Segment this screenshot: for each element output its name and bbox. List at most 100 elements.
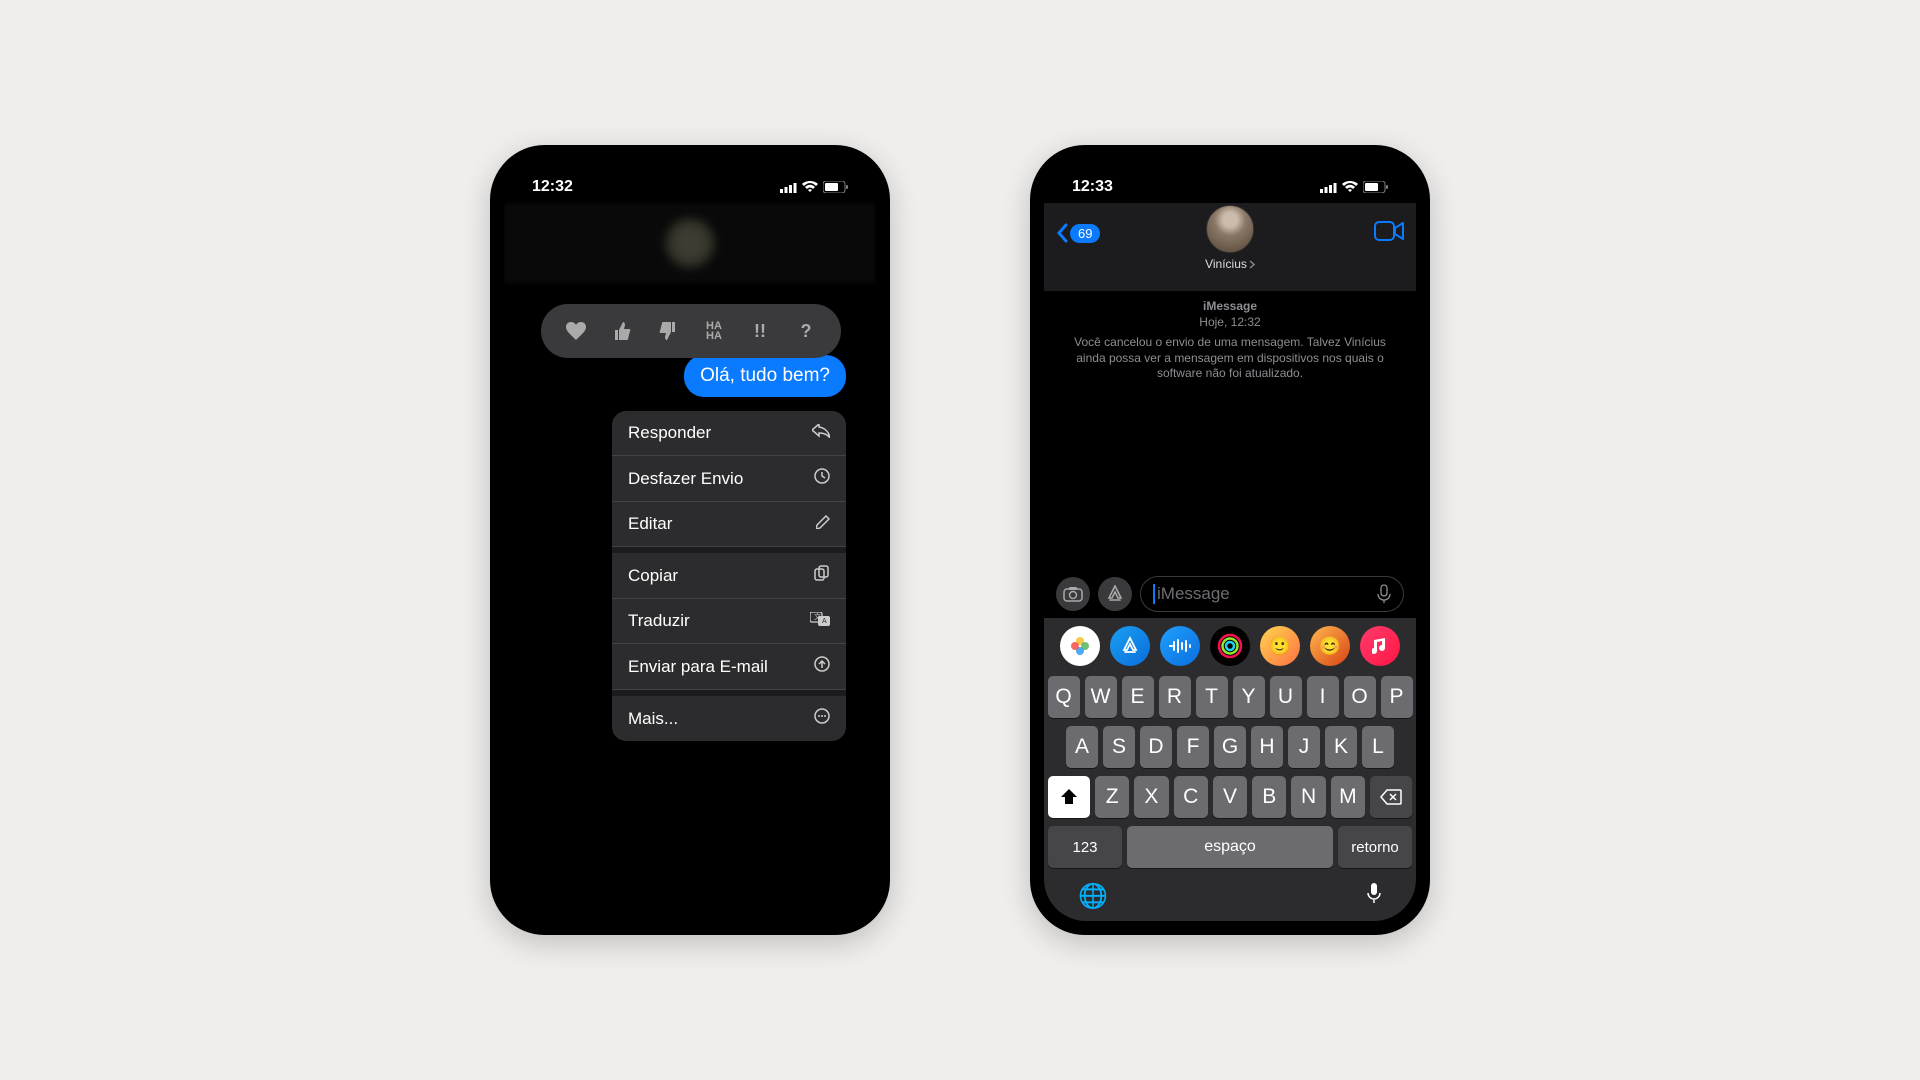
menu-more[interactable]: Mais... [612, 696, 846, 741]
key-t[interactable]: T [1196, 676, 1228, 718]
camera-icon [1063, 586, 1083, 602]
menu-reply-label: Responder [628, 423, 711, 443]
key-return[interactable]: retorno [1338, 826, 1412, 868]
key-l[interactable]: L [1362, 726, 1394, 768]
copy-icon [814, 565, 830, 586]
key-b[interactable]: B [1252, 776, 1286, 818]
message-context-menu: Responder Desfazer Envio Editar Copiar T… [612, 411, 846, 741]
key-shift[interactable] [1048, 776, 1090, 818]
memoji2-app-icon[interactable]: 😊 [1310, 626, 1350, 666]
undo-icon [814, 468, 830, 489]
key-o[interactable]: O [1344, 676, 1376, 718]
key-g[interactable]: G [1214, 726, 1246, 768]
appstore-app-icon[interactable] [1110, 626, 1150, 666]
key-q[interactable]: Q [1048, 676, 1080, 718]
facetime-button[interactable] [1374, 221, 1404, 246]
key-x[interactable]: X [1134, 776, 1168, 818]
menu-send-email[interactable]: Enviar para E-mail [612, 644, 846, 690]
keyboard-row3: Z X C V B N M [1048, 776, 1412, 818]
appstore-icon [1106, 585, 1124, 603]
menu-translate-label: Traduzir [628, 611, 690, 631]
battery-icon [1363, 181, 1388, 193]
mic-icon[interactable] [1377, 584, 1391, 604]
key-u[interactable]: U [1270, 676, 1302, 718]
key-numbers[interactable]: 123 [1048, 826, 1122, 868]
message-input[interactable]: iMessage [1140, 576, 1404, 612]
wifi-icon [1342, 181, 1358, 193]
key-e[interactable]: E [1122, 676, 1154, 718]
svg-text:文: 文 [814, 612, 821, 621]
key-h[interactable]: H [1251, 726, 1283, 768]
svg-text:A: A [822, 618, 827, 625]
menu-more-label: Mais... [628, 709, 678, 729]
key-c[interactable]: C [1174, 776, 1208, 818]
menu-edit-label: Editar [628, 514, 672, 534]
arrow-up-circle-icon [814, 656, 830, 677]
key-d[interactable]: D [1140, 726, 1172, 768]
menu-copy-label: Copiar [628, 566, 678, 586]
music-app-icon[interactable] [1360, 626, 1400, 666]
key-r[interactable]: R [1159, 676, 1191, 718]
chat-body: iMessage Hoje, 12:32 Você cancelou o env… [1044, 291, 1416, 570]
menu-edit[interactable]: Editar [612, 502, 846, 547]
menu-reply[interactable]: Responder [612, 411, 846, 456]
keyboard: Q W E R T Y U I O P A S D F G H [1044, 672, 1416, 921]
wifi-icon [802, 181, 818, 193]
key-space[interactable]: espaço [1127, 826, 1333, 868]
key-z[interactable]: Z [1095, 776, 1129, 818]
key-w[interactable]: W [1085, 676, 1117, 718]
menu-translate[interactable]: Traduzir 文A [612, 599, 846, 644]
key-y[interactable]: Y [1233, 676, 1265, 718]
tapback-haha-icon[interactable]: HAHA [697, 314, 731, 348]
menu-undo-label: Desfazer Envio [628, 469, 743, 489]
chat-header-blurred [504, 203, 876, 283]
tapback-question-icon[interactable]: ? [789, 314, 823, 348]
menu-email-label: Enviar para E-mail [628, 657, 768, 677]
shift-icon [1060, 789, 1078, 805]
key-n[interactable]: N [1291, 776, 1325, 818]
ellipsis-circle-icon [814, 708, 830, 729]
key-v[interactable]: V [1213, 776, 1247, 818]
unsend-notice: Você cancelou o envio de uma mensagem. T… [1064, 335, 1396, 382]
chevron-right-icon [1249, 260, 1255, 269]
memoji1-app-icon[interactable]: 🙂 [1260, 626, 1300, 666]
tapback-thumbsdown-icon[interactable] [651, 314, 685, 348]
back-button[interactable]: 69 [1056, 223, 1100, 243]
key-p[interactable]: P [1381, 676, 1413, 718]
photos-app-icon[interactable] [1060, 626, 1100, 666]
chat-area: 69 Vinícius iMessage [1044, 203, 1416, 921]
fitness-app-icon[interactable] [1210, 626, 1250, 666]
chat-header: 69 Vinícius [1044, 203, 1416, 291]
phone-left: 12:32 HAHA !! ? Olá, t [490, 145, 890, 935]
dictate-button[interactable] [1366, 882, 1382, 911]
tapback-thumbsup-icon[interactable] [605, 314, 639, 348]
contact-name[interactable]: Vinícius [1205, 257, 1255, 271]
chevron-left-icon [1056, 223, 1068, 243]
translate-icon: 文A [810, 611, 830, 631]
emoji-button[interactable]: 🌐 [1078, 882, 1108, 911]
audio-app-icon[interactable] [1160, 626, 1200, 666]
key-k[interactable]: K [1325, 726, 1357, 768]
tapback-heart-icon[interactable] [559, 314, 593, 348]
cellular-icon [780, 182, 797, 193]
menu-copy[interactable]: Copiar [612, 553, 846, 599]
key-m[interactable]: M [1331, 776, 1365, 818]
key-j[interactable]: J [1288, 726, 1320, 768]
key-backspace[interactable] [1370, 776, 1412, 818]
menu-undo-send[interactable]: Desfazer Envio [612, 456, 846, 502]
notch [1150, 159, 1310, 187]
phone-right: 12:33 69 [1030, 145, 1430, 935]
appstore-button[interactable] [1098, 577, 1132, 611]
tapback-exclaim-icon[interactable]: !! [743, 314, 777, 348]
camera-button[interactable] [1056, 577, 1090, 611]
key-i[interactable]: I [1307, 676, 1339, 718]
app-strip: 🙂 😊 [1044, 618, 1416, 672]
key-s[interactable]: S [1103, 726, 1135, 768]
key-f[interactable]: F [1177, 726, 1209, 768]
battery-icon [823, 181, 848, 193]
contact-avatar[interactable] [1206, 205, 1254, 253]
keyboard-bottom-bar: 🌐 [1048, 876, 1412, 911]
unread-badge: 69 [1070, 224, 1100, 243]
sent-message-bubble[interactable]: Olá, tudo bem? [684, 355, 846, 397]
key-a[interactable]: A [1066, 726, 1098, 768]
